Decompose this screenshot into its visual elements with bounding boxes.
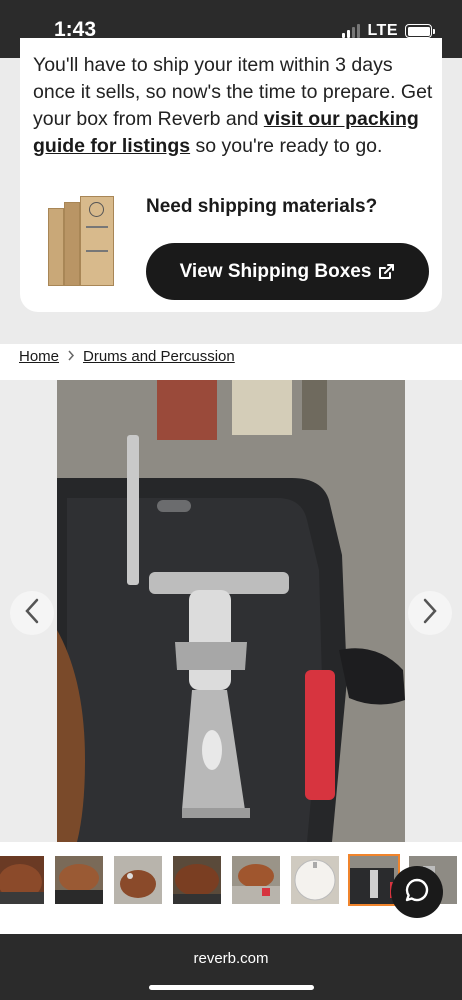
view-shipping-boxes-label: View Shipping Boxes — [179, 260, 372, 282]
chat-button[interactable] — [391, 866, 443, 918]
breadcrumb-drums-percussion[interactable]: Drums and Percussion — [83, 348, 235, 365]
shipping-info-card: You'll have to ship your item within 3 d… — [20, 38, 442, 312]
thumbnail[interactable] — [173, 856, 221, 904]
thumbnail[interactable] — [55, 856, 103, 904]
product-image-gallery — [0, 380, 462, 842]
previous-image-button[interactable] — [10, 591, 54, 635]
url-text: reverb.com — [193, 950, 269, 967]
thumbnail[interactable] — [0, 856, 44, 904]
home-indicator[interactable] — [149, 985, 314, 990]
chevron-right-icon — [67, 349, 75, 364]
battery-icon — [405, 24, 435, 38]
chevron-right-icon — [422, 598, 438, 629]
thumbnail[interactable] — [232, 856, 280, 904]
next-image-button[interactable] — [408, 591, 452, 635]
external-link-icon — [377, 263, 395, 281]
breadcrumb-bar: Home Drums and Percussion — [0, 344, 462, 380]
chat-bubble-icon — [404, 877, 430, 908]
shipping-materials-title: Need shipping materials? — [146, 196, 378, 217]
chevron-left-icon — [24, 598, 40, 629]
signal-icon — [342, 24, 361, 38]
browser-url-bar[interactable]: reverb.com — [0, 934, 462, 1000]
shipping-instructions: You'll have to ship your item within 3 d… — [33, 52, 433, 160]
product-photo[interactable] — [57, 380, 405, 842]
breadcrumb: Home Drums and Percussion — [19, 348, 235, 365]
thumbnail[interactable] — [291, 856, 339, 904]
shipping-text-after: so you're ready to go. — [190, 135, 383, 157]
shipping-boxes-image — [46, 196, 118, 286]
breadcrumb-home[interactable]: Home — [19, 348, 59, 365]
thumbnail[interactable] — [114, 856, 162, 904]
view-shipping-boxes-button[interactable]: View Shipping Boxes — [146, 243, 429, 300]
